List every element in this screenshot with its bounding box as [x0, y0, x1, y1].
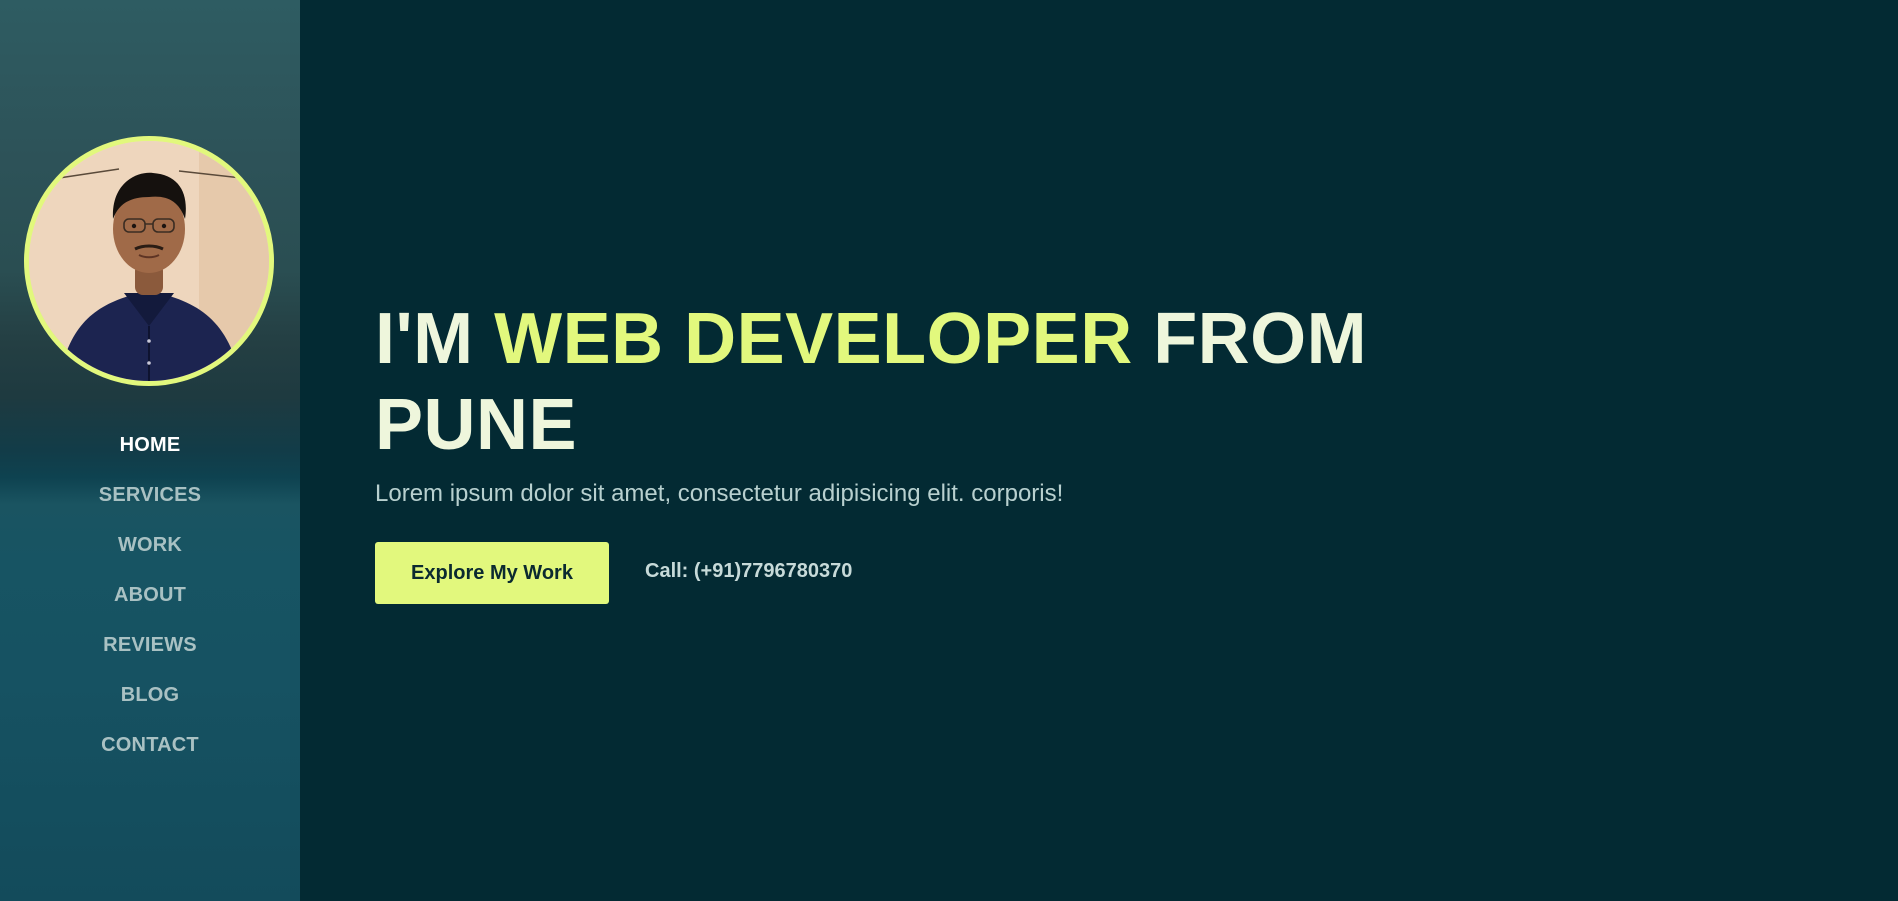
sidebar-item-work: WORK [0, 520, 300, 570]
nav-link-about[interactable]: ABOUT [114, 570, 186, 620]
hero-actions: Explore My Work Call: (+91)7796780370 [375, 542, 1375, 604]
nav-link-blog[interactable]: BLOG [121, 670, 180, 720]
sidebar-item-about: ABOUT [0, 570, 300, 620]
nav-link-reviews[interactable]: REVIEWS [103, 620, 197, 670]
hero-title-accent: WEB DEVELOPER [494, 299, 1133, 379]
sidebar-item-blog: BLOG [0, 670, 300, 720]
profile-photo-icon [29, 141, 269, 381]
nav-link-services[interactable]: SERVICES [99, 470, 201, 520]
page: HOME SERVICES WORK ABOUT REVIEWS BLOG CO… [0, 0, 1898, 901]
sidebar: HOME SERVICES WORK ABOUT REVIEWS BLOG CO… [0, 0, 300, 901]
hero-subtitle: Lorem ipsum dolor sit amet, consectetur … [375, 480, 1064, 507]
hero-section: I'M WEB DEVELOPER FROM PUNE Lorem ipsum … [375, 296, 1375, 604]
sidebar-item-home: HOME [0, 420, 300, 470]
nav-link-work[interactable]: WORK [118, 520, 182, 570]
nav-link-home[interactable]: HOME [120, 420, 181, 470]
nav-link-contact[interactable]: CONTACT [101, 720, 199, 770]
sidebar-item-contact: CONTACT [0, 720, 300, 770]
hero-title-prefix: I'M [375, 299, 495, 379]
sidebar-nav: HOME SERVICES WORK ABOUT REVIEWS BLOG CO… [0, 420, 300, 770]
call-text: Call: (+91)7796780370 [645, 559, 853, 582]
avatar [24, 136, 274, 386]
hero-title: I'M WEB DEVELOPER FROM PUNE [375, 296, 1375, 468]
sidebar-item-reviews: REVIEWS [0, 620, 300, 670]
explore-work-button[interactable]: Explore My Work [375, 542, 609, 604]
sidebar-item-services: SERVICES [0, 470, 300, 520]
